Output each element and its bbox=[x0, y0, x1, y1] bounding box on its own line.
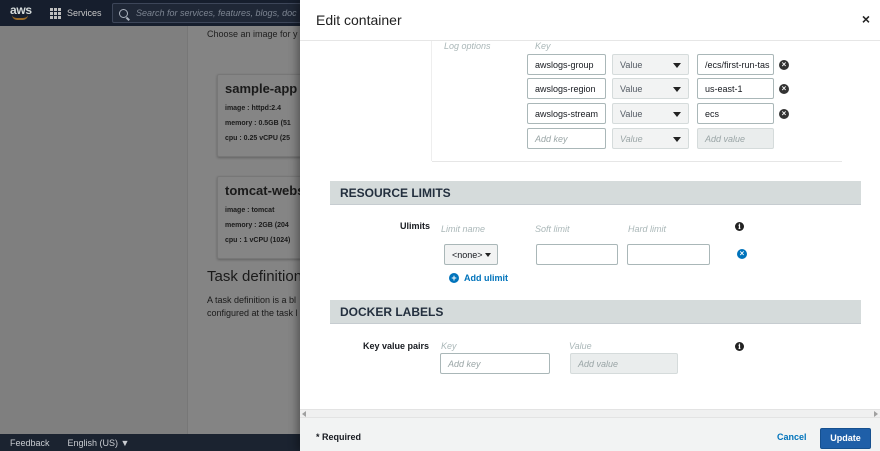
card-image: image : httpd:2.4 bbox=[225, 105, 282, 112]
docker-label-value-input[interactable]: Add value bbox=[570, 353, 678, 374]
log-option-key-input[interactable]: awslogs-stream bbox=[527, 103, 606, 124]
log-option-type-select[interactable]: Value bbox=[612, 78, 689, 99]
chevron-down-icon bbox=[673, 87, 681, 92]
card-title: tomcat-websé bbox=[225, 183, 312, 198]
edit-container-modal: Edit container × Log options Key awslogs… bbox=[300, 0, 880, 451]
docker-labels-header: DOCKER LABELS bbox=[330, 300, 861, 324]
language-selector[interactable]: English (US) ▼ bbox=[68, 438, 130, 448]
task-definition-description: A task definition is a bl configured at … bbox=[207, 295, 298, 318]
log-option-key-input[interactable]: awslogs-group bbox=[527, 54, 606, 75]
required-note: * Required bbox=[316, 432, 362, 442]
soft-limit-header: Soft limit bbox=[535, 224, 570, 234]
resource-limits-header: RESOURCE LIMITS bbox=[330, 181, 861, 205]
chevron-down-icon bbox=[673, 137, 681, 142]
services-menu[interactable]: Services bbox=[50, 0, 102, 26]
choose-image-text: Choose an image for y bbox=[207, 29, 298, 39]
chevron-down-icon bbox=[673, 112, 681, 117]
hard-limit-header: Hard limit bbox=[628, 224, 667, 234]
remove-ulimit-icon[interactable]: × bbox=[737, 249, 747, 259]
docker-value-header: Value bbox=[569, 341, 592, 351]
card-image: image : tomcat bbox=[225, 207, 275, 214]
modal-footer: * Required Cancel Update bbox=[300, 417, 880, 451]
modal-body[interactable]: Log options Key awslogs-group Value /ecs… bbox=[300, 41, 880, 409]
log-option-value-input[interactable]: /ecs/first-run-tas bbox=[697, 54, 774, 75]
horizontal-scrollbar[interactable] bbox=[300, 409, 880, 417]
grid-icon bbox=[50, 7, 61, 19]
log-options-key-header: Key bbox=[535, 41, 551, 51]
card-cpu: cpu : 1 vCPU (1024) bbox=[225, 237, 291, 244]
cancel-button[interactable]: Cancel bbox=[777, 432, 807, 442]
update-button[interactable]: Update bbox=[820, 428, 871, 449]
log-option-type-select[interactable]: Value bbox=[612, 54, 689, 75]
key-value-pairs-label: Key value pairs bbox=[363, 341, 430, 351]
soft-limit-input[interactable] bbox=[536, 244, 618, 265]
modal-header: Edit container × bbox=[300, 0, 880, 41]
remove-row-icon[interactable]: × bbox=[779, 60, 789, 70]
log-option-type-select[interactable]: Value bbox=[612, 103, 689, 124]
new-log-value-input[interactable]: Add value bbox=[697, 128, 774, 149]
card-title: sample-app bbox=[225, 81, 298, 96]
remove-row-icon[interactable]: × bbox=[779, 84, 789, 94]
close-icon[interactable]: × bbox=[862, 12, 870, 26]
log-options-label: Log options bbox=[444, 41, 491, 51]
limit-name-select[interactable]: <none> bbox=[444, 244, 498, 265]
info-icon[interactable]: i bbox=[735, 342, 744, 351]
info-icon[interactable]: i bbox=[735, 222, 744, 231]
services-label: Services bbox=[67, 8, 102, 18]
new-log-key-input[interactable]: Add key bbox=[527, 128, 606, 149]
remove-row-icon[interactable]: × bbox=[779, 109, 789, 119]
log-options-rule bbox=[431, 41, 432, 161]
card-memory: memory : 2GB (204 bbox=[225, 222, 289, 229]
docker-label-key-input[interactable]: Add key bbox=[440, 353, 550, 374]
modal-title: Edit container bbox=[316, 12, 402, 28]
hard-limit-input[interactable] bbox=[627, 244, 710, 265]
card-cpu: cpu : 0.25 vCPU (25 bbox=[225, 135, 290, 142]
feedback-link[interactable]: Feedback bbox=[10, 438, 50, 448]
global-search-input[interactable]: Search for services, features, blogs, do… bbox=[112, 3, 312, 23]
chevron-down-icon bbox=[673, 63, 681, 68]
plus-icon: + bbox=[449, 273, 459, 283]
search-placeholder: Search for services, features, blogs, do… bbox=[136, 8, 297, 18]
aws-logo-smile bbox=[12, 15, 28, 20]
new-log-type-select[interactable]: Value bbox=[612, 128, 689, 149]
chevron-down-icon bbox=[485, 253, 491, 257]
add-ulimit-button[interactable]: + Add ulimit bbox=[449, 273, 508, 283]
docker-key-header: Key bbox=[441, 341, 457, 351]
section-divider bbox=[432, 161, 842, 162]
log-option-key-input[interactable]: awslogs-region bbox=[527, 78, 606, 99]
search-icon bbox=[119, 8, 128, 18]
ulimits-label: Ulimits bbox=[400, 221, 431, 231]
task-definition-heading: Task definition bbox=[207, 268, 303, 285]
card-memory: memory : 0.5GB (51 bbox=[225, 120, 291, 127]
log-option-value-input[interactable]: us-east-1 bbox=[697, 78, 774, 99]
log-option-value-input[interactable]: ecs bbox=[697, 103, 774, 124]
limit-name-header: Limit name bbox=[441, 224, 486, 234]
